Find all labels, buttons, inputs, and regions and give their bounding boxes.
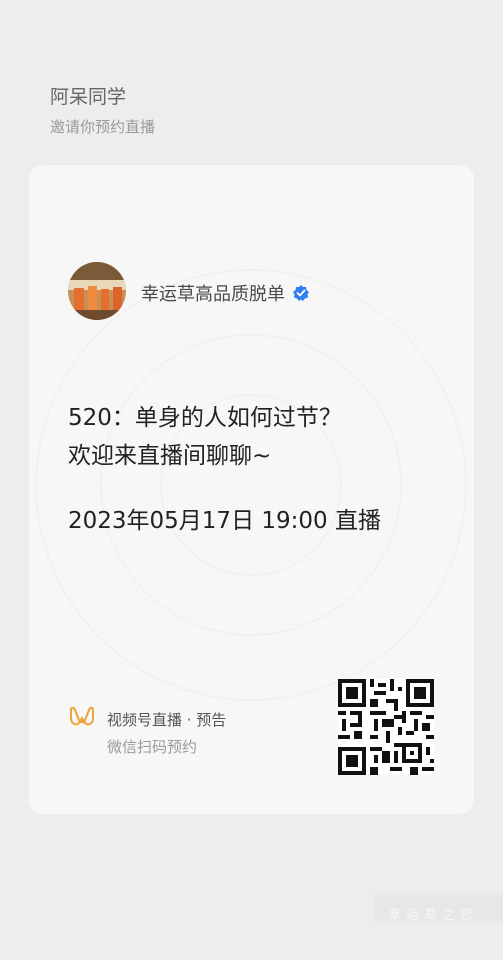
account-name: 幸运草高品质脱单 — [141, 284, 285, 305]
watermark-text: 幸运草之恋 — [388, 908, 479, 923]
scan-hint: 微信扫码预约 — [107, 738, 198, 756]
verified-badge-icon — [292, 284, 310, 302]
inviter-name: 阿呆同学 — [50, 86, 127, 108]
live-title-line2: 欢迎来直播间聊聊~ — [68, 443, 272, 469]
qr-code[interactable] — [338, 679, 434, 775]
channels-logo-icon — [69, 706, 95, 728]
account-avatar[interactable] — [68, 262, 126, 320]
brand-label: 视频号直播 · 预告 — [107, 711, 227, 729]
invite-subtitle: 邀请你预约直播 — [50, 118, 156, 136]
live-title-line1: 520：单身的人如何过节？ — [68, 405, 342, 431]
live-time: 2023年05月17日 19:00 直播 — [68, 508, 381, 534]
live-reservation-card[interactable]: 幸运草高品质脱单 520：单身的人如何过节？ 欢迎来直播间聊聊~ 2023年05… — [29, 165, 474, 814]
live-title: 520：单身的人如何过节？ 欢迎来直播间聊聊~ — [68, 399, 448, 475]
watermark-pinyin: xing yun cao zhi lian — [388, 896, 471, 903]
account-row[interactable]: 幸运草高品质脱单 — [141, 280, 310, 306]
